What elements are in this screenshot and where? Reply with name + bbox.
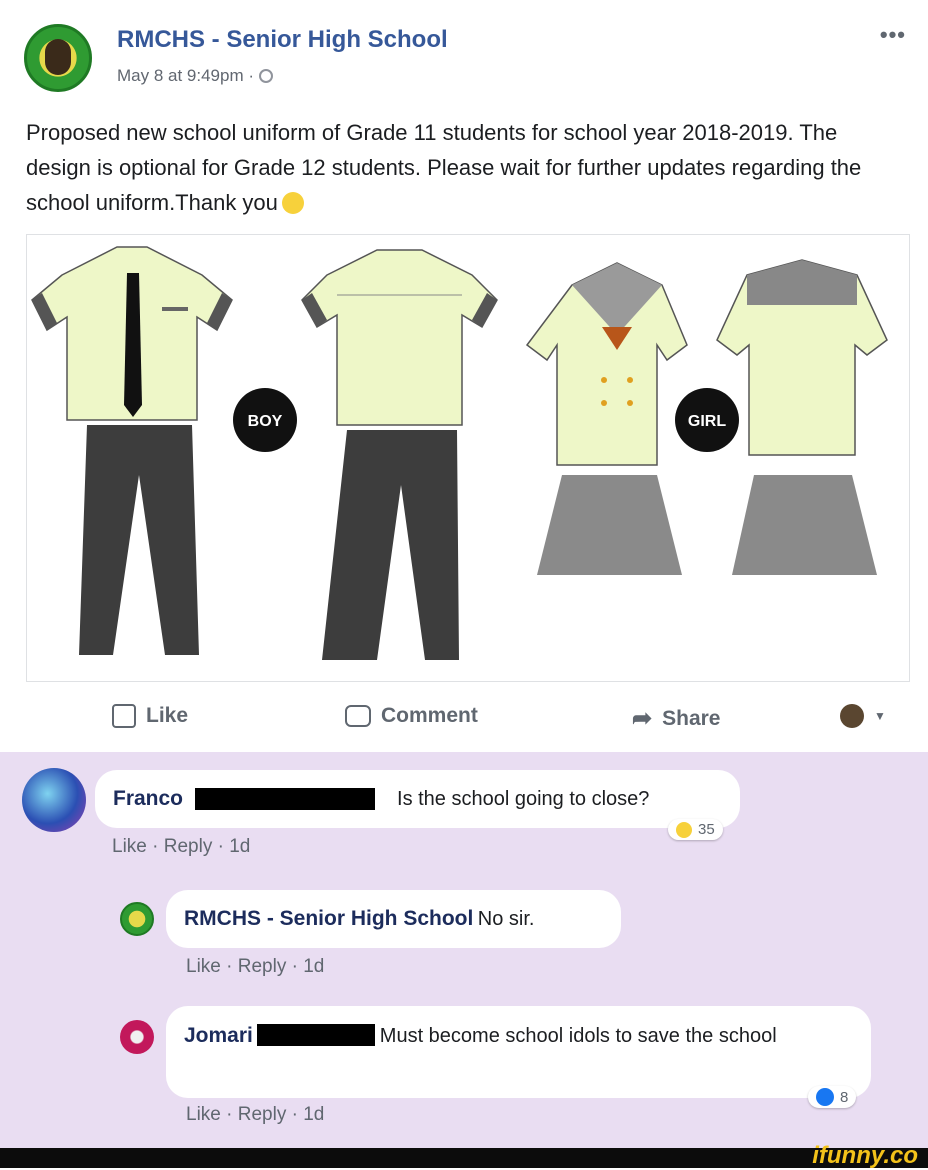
post-text: Proposed new school uniform of Grade 11 …: [26, 115, 896, 220]
post-text-body: Proposed new school uniform of Grade 11 …: [26, 120, 862, 215]
boy-label: BOY: [248, 413, 283, 430]
post-image[interactable]: BOY GIRL: [26, 234, 910, 682]
reaction-count-badge[interactable]: 35: [668, 819, 723, 840]
ifunny-watermark: ifunny.co: [812, 1142, 918, 1169]
comment-bubble: Franco Is the school going to close?: [95, 770, 740, 828]
reply-like-link[interactable]: Like: [186, 1104, 221, 1125]
audience-selector[interactable]: ▼: [840, 704, 886, 728]
comment-text: Is the school going to close?: [397, 787, 650, 810]
page-name-link[interactable]: RMCHS - Senior High School: [117, 26, 448, 54]
post-timestamp[interactable]: May 8 at 9:49pm ·: [117, 66, 273, 86]
boy-shirt-back-illustration: [301, 249, 498, 426]
share-arrow-icon: ➦: [632, 705, 653, 732]
redacted-surname: [257, 1024, 376, 1046]
page-reply-avatar[interactable]: [120, 902, 154, 936]
commenter-avatar[interactable]: [22, 768, 86, 832]
reply-meta: Like · Reply · 1d: [186, 956, 325, 977]
reply-meta: Like · Reply · 1d: [186, 1104, 325, 1125]
boy-pants-front-illustration: [79, 425, 199, 655]
girl-label: GIRL: [688, 413, 726, 430]
thumbs-up-icon: [112, 704, 136, 728]
share-button[interactable]: ➦ Share: [632, 704, 720, 733]
grin-emoji-icon: [281, 192, 304, 214]
speech-bubble-icon: [345, 705, 371, 727]
more-options-button[interactable]: •••: [880, 22, 906, 48]
girl-blouse-front-illustration: [525, 262, 688, 466]
reply-reply-link[interactable]: Reply: [238, 956, 287, 977]
girl-blouse-back-illustration: [716, 259, 888, 456]
profile-avatar-icon: [840, 704, 864, 728]
reply-time: 1d: [303, 1104, 325, 1125]
reply-author-name[interactable]: Jomari: [184, 1024, 253, 1047]
reply-like-link[interactable]: Like: [186, 956, 221, 977]
share-label: Share: [662, 706, 721, 730]
comment-time: 1d: [229, 836, 251, 857]
like-reaction-icon: [816, 1088, 834, 1106]
globe-icon: [258, 69, 273, 83]
facebook-post: RMCHS - Senior High School May 8 at 9:49…: [0, 0, 928, 760]
comments-section: Franco Is the school going to close? 35 …: [0, 752, 928, 1148]
reply-avatar[interactable]: [120, 1020, 154, 1054]
boy-shirt-front-illustration: [31, 246, 233, 421]
commenter-name[interactable]: Franco: [113, 787, 183, 811]
comment-button[interactable]: Comment: [345, 704, 478, 728]
reply-text: No sir.: [477, 908, 535, 930]
reply-author-name[interactable]: RMCHS - Senior High School: [184, 907, 473, 930]
comment-reply-link[interactable]: Reply: [164, 836, 213, 857]
uniform-illustration: BOY GIRL: [31, 246, 888, 660]
reaction-count: 8: [840, 1088, 849, 1106]
comment-label: Comment: [381, 704, 478, 727]
girl-skirt-front-illustration: [537, 475, 682, 575]
reply-text: Must become school idols to save the sch…: [379, 1025, 777, 1047]
girl-skirt-back-illustration: [732, 475, 877, 575]
laugh-emoji-icon: [676, 821, 692, 838]
like-label: Like: [146, 704, 189, 727]
reply-time: 1d: [303, 956, 325, 977]
reaction-count: 35: [698, 821, 715, 838]
reaction-count-badge[interactable]: 8: [808, 1086, 857, 1108]
reply-bubble: Jomari Must become school idols to save …: [166, 1006, 871, 1098]
post-timestamp-text: May 8 at 9:49pm ·: [117, 66, 259, 85]
post-action-bar: Like Comment ➦ Share ▼: [0, 690, 928, 750]
reply-reply-link[interactable]: Reply: [238, 1104, 287, 1125]
chevron-down-icon: ▼: [874, 709, 886, 723]
like-button[interactable]: Like: [112, 704, 188, 728]
comment-like-link[interactable]: Like: [112, 836, 147, 857]
boy-pants-back-illustration: [322, 430, 459, 660]
redacted-surname: [195, 788, 376, 810]
watermark-bar: ifunny.co: [0, 1142, 928, 1169]
reply-bubble: RMCHS - Senior High School No sir.: [166, 890, 621, 948]
page-avatar[interactable]: [24, 24, 92, 92]
comment-meta: Like · Reply · 1d: [112, 836, 251, 857]
